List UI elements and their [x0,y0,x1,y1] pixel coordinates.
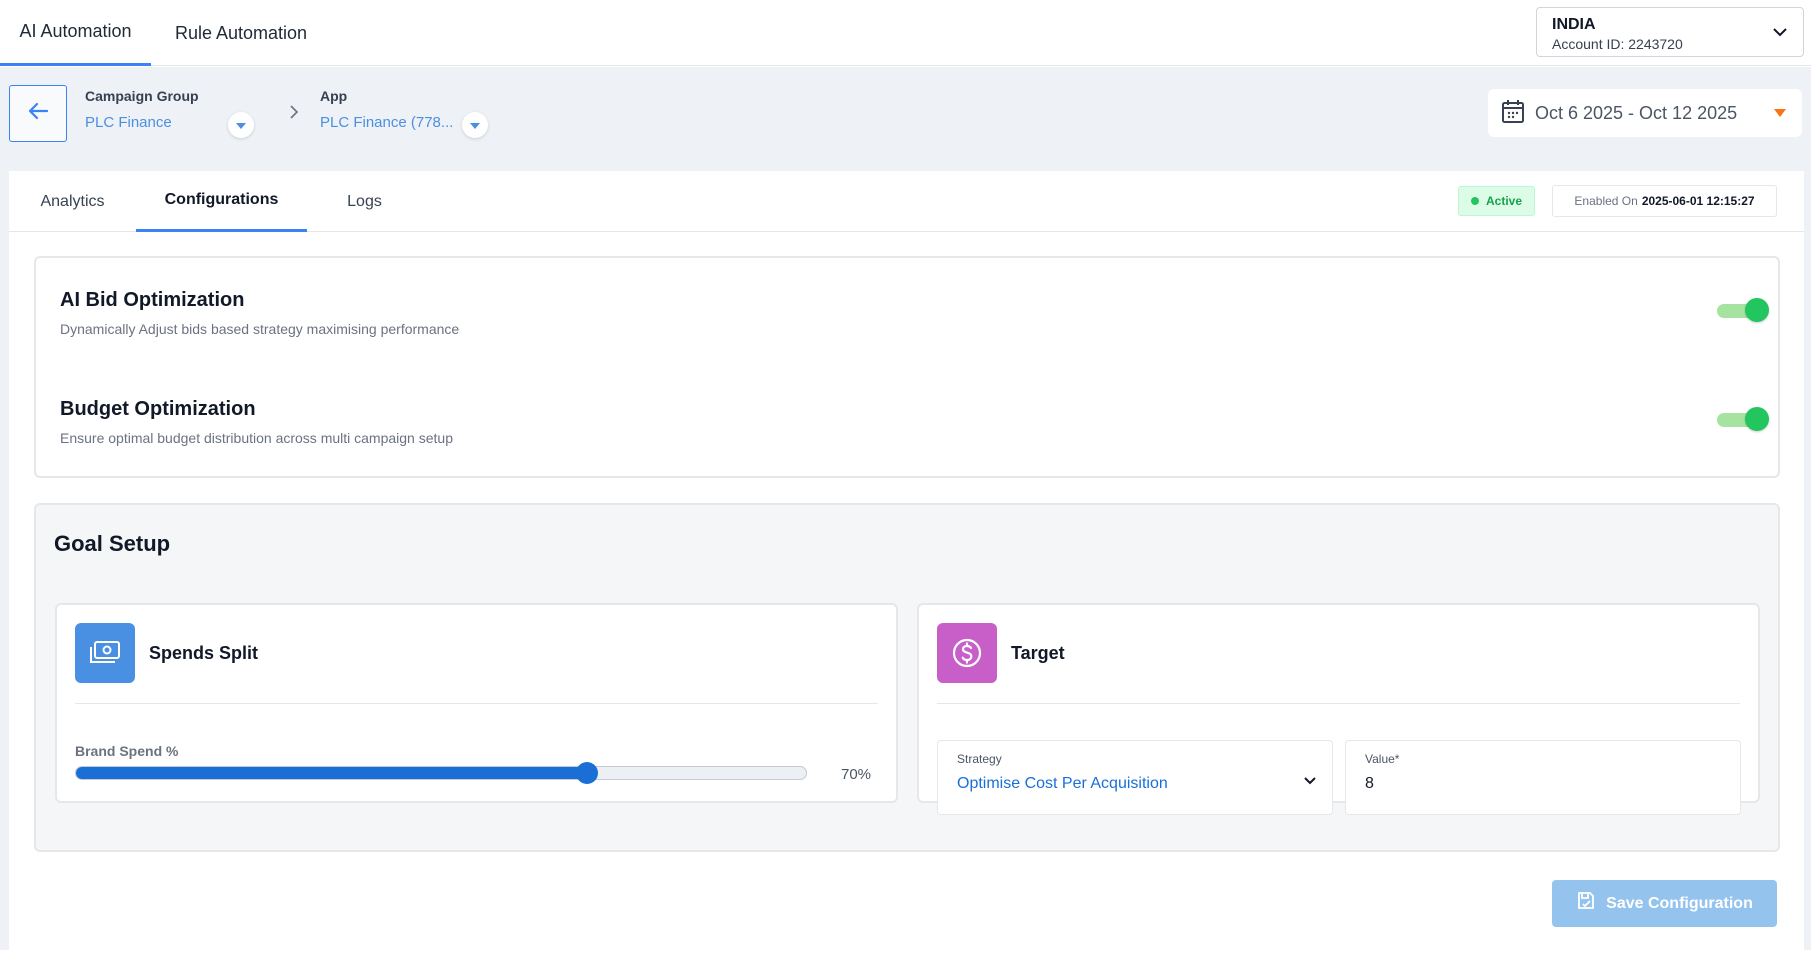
spends-split-heading: Spends Split [149,643,259,663]
tab-configurations[interactable]: Configurations [136,171,307,232]
tab-ai-automation[interactable]: AI Automation [0,0,151,66]
chevron-down-icon [1302,773,1318,794]
campaign-group-selector[interactable]: Campaign Group PLC Finance [85,88,255,138]
toggle-knob [1745,298,1769,322]
back-button[interactable] [9,85,67,142]
spends-split-card: Spends Split Brand Spend % 70% [55,603,898,803]
calendar-icon [1501,98,1525,129]
value-field[interactable]: Value* 8 [1345,740,1741,815]
brand-spend-slider[interactable] [75,762,807,784]
value-label: Value* [1365,752,1400,766]
tab-analytics[interactable]: Analytics [9,171,136,232]
status-dot [1470,197,1479,205]
save-configuration-button[interactable]: Save Configuration [1552,880,1777,927]
divider [75,703,878,704]
value-input[interactable]: 8 [1365,775,1374,793]
money-icon [75,623,135,683]
account-selector[interactable]: INDIA Account ID: 2243720 [1536,7,1804,57]
account-name: INDIA [1552,16,1596,33]
arrow-left-icon [27,101,49,126]
target-card: Target Strategy Optimise Cost Per Acquis… [917,603,1760,815]
save-configuration-label: Save Configuration [1606,894,1753,912]
caret-down-icon [236,116,246,134]
top-bar: AI Automation Rule Automation INDIA Acco… [0,0,1811,66]
configuration-panel: Analytics Configurations Logs Active Ena… [9,171,1804,950]
brand-spend-value: 70% [841,766,872,783]
app-selector[interactable]: App PLC Finance (778... [320,88,490,138]
campaign-group-dropdown-button[interactable] [228,112,254,138]
budget-optimization-title: Budget Optimization [60,398,256,420]
ai-bid-optimization-toggle[interactable] [1717,296,1769,324]
goal-setup-card: Goal Setup Spends Split Brand Spend % 70… [34,503,1780,852]
dollar-icon [937,623,997,683]
caret-down-icon [1774,109,1786,117]
tab-rule-automation[interactable]: Rule Automation [151,0,331,66]
ai-bid-optimization-title: AI Bid Optimization [60,289,245,311]
target-heading: Target [1011,643,1065,663]
optimization-card: AI Bid Optimization Dynamically Adjust b… [34,256,1780,478]
budget-optimization-description: Ensure optimal budget distribution acros… [60,430,453,446]
status-label: Active [1485,194,1523,208]
save-icon [1576,891,1606,916]
date-range-text: Oct 6 2025 - Oct 12 2025 [1535,102,1738,123]
strategy-label: Strategy [957,752,1002,766]
account-id: Account ID: 2243720 [1552,36,1683,52]
strategy-select[interactable]: Strategy Optimise Cost Per Acquisition [937,740,1333,815]
tab-logs[interactable]: Logs [307,171,422,232]
strategy-value: Optimise Cost Per Acquisition [957,775,1168,792]
sub-tabs: Analytics Configurations Logs Active Ena… [9,171,1804,232]
slider-thumb[interactable] [576,762,598,784]
ai-bid-optimization-description: Dynamically Adjust bids based strategy m… [60,321,460,337]
chevron-down-icon [1771,23,1789,46]
caret-down-icon [470,116,480,134]
budget-optimization-toggle[interactable] [1717,405,1769,433]
chevron-right-icon [289,104,299,125]
slider-fill [76,767,587,779]
enabled-on-info: Enabled On 2025-06-01 12:15:27 [1552,185,1777,217]
goal-setup-title: Goal Setup [54,531,171,556]
app-dropdown-button[interactable] [462,112,488,138]
toggle-knob [1745,407,1769,431]
status-badge: Active [1458,186,1535,216]
campaign-group-label: Campaign Group [85,88,199,104]
enabled-on-value: 2025-06-01 12:15:27 [1641,194,1755,208]
brand-spend-label: Brand Spend % [75,743,179,759]
date-range-picker[interactable]: Oct 6 2025 - Oct 12 2025 [1488,89,1802,137]
app-label: App [320,88,348,104]
divider [937,703,1740,704]
enabled-on-label: Enabled On [1574,194,1638,208]
